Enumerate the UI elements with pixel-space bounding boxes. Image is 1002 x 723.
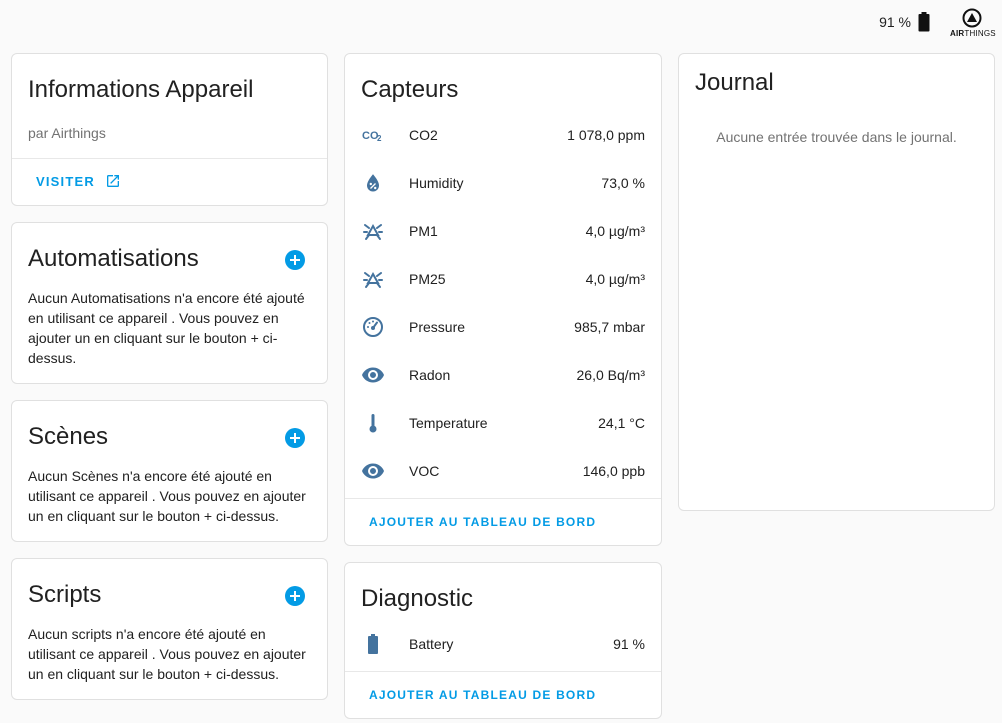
add-script-button[interactable] xyxy=(285,586,305,606)
manufacturer-text: par Airthings xyxy=(28,125,106,141)
sensor-name: Battery xyxy=(409,636,454,652)
sensor-row-pressure[interactable]: Pressure 985,7 mbar xyxy=(345,303,661,351)
sensor-row-humidity[interactable]: Humidity 73,0 % xyxy=(345,159,661,207)
sensor-value: 4,0 µg/m³ xyxy=(585,223,645,239)
co2-icon: CO 2 xyxy=(361,123,385,147)
open-in-new-icon xyxy=(106,175,119,187)
sensor-row-radon[interactable]: Radon 26,0 Bq/m³ xyxy=(345,351,661,399)
sensor-value: 24,1 °C xyxy=(598,415,645,431)
sensor-row-voc[interactable]: VOC 146,0 ppb xyxy=(345,447,661,495)
sensor-value: 1 078,0 ppm xyxy=(567,127,645,143)
journal-card: Journal Aucune entrée trouvée dans le jo… xyxy=(678,53,995,511)
divider xyxy=(345,498,661,499)
add-diagnostic-to-dashboard-button[interactable]: AJOUTER AU TABLEAU DE BORD xyxy=(369,688,596,702)
diagnostic-row-battery[interactable]: Battery 91 % xyxy=(345,620,661,668)
sensor-name: Radon xyxy=(409,367,451,383)
scenes-empty-text: Aucun Scènes n'a encore été ajouté en ut… xyxy=(28,468,306,524)
sensor-name: PM1 xyxy=(409,223,438,239)
diagnostic-title: Diagnostic xyxy=(361,585,474,612)
device-info-title: Informations Appareil xyxy=(28,76,254,103)
airthings-logo: AIRTHINGS xyxy=(950,8,996,38)
particles-icon xyxy=(361,219,385,243)
scenes-card: Scènes Aucun Scènes n'a encore été ajout… xyxy=(11,400,328,542)
automations-title: Automatisations xyxy=(28,245,199,272)
sensor-name: Pressure xyxy=(409,319,466,335)
divider xyxy=(345,671,661,672)
battery-status: 91 % xyxy=(879,12,930,32)
sensor-row-pm1[interactable]: PM1 4,0 µg/m³ xyxy=(345,207,661,255)
sensor-value: 4,0 µg/m³ xyxy=(585,271,645,287)
sensor-row-pm25[interactable]: PM25 4,0 µg/m³ xyxy=(345,255,661,303)
visit-button[interactable]: VISITER xyxy=(36,173,121,189)
sensor-name: CO2 xyxy=(409,127,438,143)
add-automation-button[interactable] xyxy=(285,250,305,270)
logo-text: AIRTHINGS xyxy=(950,29,996,38)
sensor-name: PM25 xyxy=(409,271,446,287)
battery-status-text: 91 % xyxy=(879,14,911,30)
sensor-row-co2[interactable]: CO 2 CO2 1 078,0 ppm xyxy=(345,111,661,159)
divider xyxy=(12,158,327,159)
device-info-card: Informations Appareil par Airthings VISI… xyxy=(11,53,328,206)
scripts-title: Scripts xyxy=(28,581,102,608)
sensors-card: Capteurs CO 2 CO2 1 078,0 ppm Humidity 7… xyxy=(344,53,662,546)
automations-card: Automatisations Aucun Automatisations n'… xyxy=(11,222,328,384)
journal-empty-text: Aucune entrée trouvée dans le journal. xyxy=(716,129,957,145)
eye-icon xyxy=(361,459,385,483)
add-sensors-to-dashboard-button[interactable]: AJOUTER AU TABLEAU DE BORD xyxy=(369,515,596,529)
sensor-name: Humidity xyxy=(409,175,464,191)
sensor-row-temperature[interactable]: Temperature 24,1 °C xyxy=(345,399,661,447)
water-percent-icon xyxy=(361,171,385,195)
journal-title: Journal xyxy=(695,69,774,96)
scripts-card: Scripts Aucun scripts n'a encore été ajo… xyxy=(11,558,328,700)
sensor-value: 26,0 Bq/m³ xyxy=(576,367,645,383)
automations-empty-text: Aucun Automatisations n'a encore été ajo… xyxy=(28,290,305,366)
sensor-name: VOC xyxy=(409,463,440,479)
sensor-value: 91 % xyxy=(613,636,645,652)
add-scene-button[interactable] xyxy=(285,428,305,448)
airthings-logo-icon xyxy=(962,8,982,28)
sensor-value: 985,7 mbar xyxy=(574,319,645,335)
scenes-title: Scènes xyxy=(28,423,109,450)
sensor-value: 73,0 % xyxy=(601,175,645,191)
sensor-name: Temperature xyxy=(409,415,488,431)
svg-text:2: 2 xyxy=(377,134,382,143)
sensors-title: Capteurs xyxy=(361,76,459,103)
battery-icon xyxy=(361,632,385,656)
diagnostic-card: Diagnostic Battery 91 % AJOUTER AU TABLE… xyxy=(344,562,662,719)
gauge-icon xyxy=(361,315,385,339)
scripts-empty-text: Aucun scripts n'a encore été ajouté en u… xyxy=(28,626,306,682)
visit-button-label: VISITER xyxy=(36,173,95,189)
thermometer-icon xyxy=(361,411,385,435)
eye-icon xyxy=(361,363,385,387)
top-bar: 91 % AIRTHINGS xyxy=(0,0,1002,46)
sensor-value: 146,0 ppb xyxy=(582,463,645,479)
battery-icon xyxy=(918,12,930,32)
particles-icon xyxy=(361,267,385,291)
